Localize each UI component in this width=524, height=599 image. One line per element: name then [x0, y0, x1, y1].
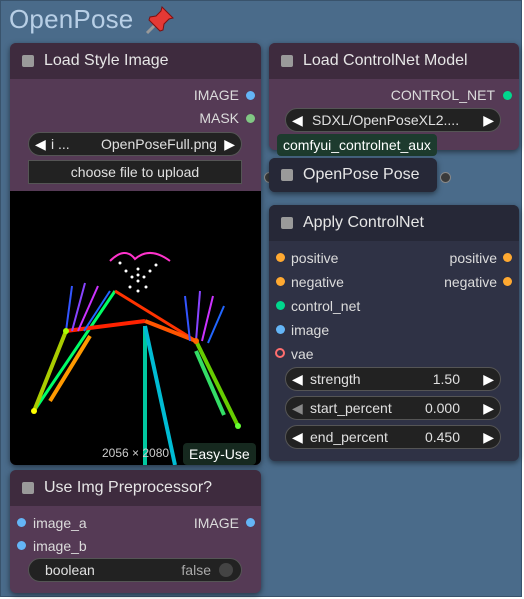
input-image-b-label: image_b [33, 538, 87, 554]
collapse-toggle[interactable] [281, 55, 293, 67]
node-header[interactable]: OpenPose Pose [269, 158, 437, 192]
increment-arrow-icon[interactable]: ▶ [483, 400, 494, 417]
input-image-label: image [291, 322, 330, 338]
input-positive-socket[interactable] [276, 253, 285, 262]
input-control-net-label: control_net [291, 298, 361, 314]
toggle-label: boolean [45, 562, 95, 578]
widget-value: 1.50 [432, 371, 460, 387]
input-vae-socket[interactable] [275, 348, 285, 358]
combo-left-arrow-icon[interactable]: ◀ [292, 112, 303, 129]
output-positive-socket[interactable] [503, 253, 512, 262]
widget-value: 0.450 [424, 429, 460, 445]
collapse-toggle[interactable] [281, 217, 293, 229]
toggle-value: false [181, 562, 211, 578]
increment-arrow-icon[interactable]: ▶ [483, 429, 494, 446]
output-image-socket[interactable] [246, 91, 255, 100]
output-mask-label: MASK [199, 110, 239, 126]
start-percent-slider[interactable]: ◀ start_percent 0.000 ▶ [285, 396, 501, 420]
node-header[interactable]: Load ControlNet Model [269, 43, 519, 79]
node-title: Use Img Preprocessor? [44, 479, 213, 496]
node-pack-tooltip: comfyui_controlnet_aux [277, 134, 437, 156]
image-preview [10, 191, 261, 465]
model-name-combo[interactable]: ◀ SDXL/OpenPoseXL2.... ▶ [285, 108, 501, 132]
input-image-b-socket[interactable] [17, 541, 26, 550]
load-style-image-node[interactable]: Load Style Image IMAGE MASK ◀ i ... Open… [10, 43, 261, 465]
choose-file-button[interactable]: choose file to upload [28, 160, 242, 184]
image-file-combo[interactable]: ◀ i ... OpenPoseFull.png ▶ [28, 132, 242, 156]
widget-value: 0.000 [424, 400, 460, 416]
pushpin-icon [145, 6, 174, 35]
output-negative-socket[interactable] [503, 277, 512, 286]
widget-label: strength [310, 371, 361, 387]
input-image-a-label: image_a [33, 515, 87, 531]
openpose-pose-node[interactable]: OpenPose Pose [269, 158, 437, 192]
input-negative-socket[interactable] [276, 277, 285, 286]
output-image-socket[interactable] [246, 518, 255, 527]
node-title: Apply ControlNet [303, 214, 424, 231]
input-image-a-socket[interactable] [17, 518, 26, 527]
node-header[interactable]: Load Style Image [10, 43, 261, 79]
combo-value: SDXL/OpenPoseXL2.... [312, 112, 460, 128]
increment-arrow-icon[interactable]: ▶ [483, 371, 494, 388]
easy-use-badge: Easy-Use [183, 443, 256, 465]
combo-right-arrow-icon[interactable]: ▶ [483, 112, 494, 129]
output-image-label: IMAGE [193, 515, 239, 531]
end-percent-slider[interactable]: ◀ end_percent 0.450 ▶ [285, 425, 501, 449]
openpose-pose-output-socket[interactable] [440, 172, 451, 183]
input-image-socket[interactable] [276, 325, 285, 334]
image-size-label: 2056 × 2080 [102, 446, 170, 460]
output-positive-label: positive [449, 250, 497, 266]
node-title: Load Style Image [44, 52, 169, 69]
boolean-toggle[interactable]: boolean false [28, 558, 242, 582]
toggle-switch-icon[interactable] [219, 563, 233, 577]
collapse-toggle[interactable] [22, 55, 34, 67]
combo-left-arrow-icon[interactable]: ◀ [35, 136, 46, 153]
openpose-skeleton-image [31, 252, 241, 465]
strength-slider[interactable]: ◀ strength 1.50 ▶ [285, 367, 501, 391]
decrement-arrow-icon[interactable]: ◀ [292, 429, 303, 446]
output-negative-label: negative [444, 274, 497, 290]
group-title: OpenPose [9, 4, 134, 34]
combo-right-arrow-icon[interactable]: ▶ [224, 136, 235, 153]
node-header[interactable]: Use Img Preprocessor? [10, 470, 261, 506]
widget-label: end_percent [310, 429, 388, 445]
node-header[interactable]: Apply ControlNet [269, 205, 519, 241]
output-control-net-label: CONTROL_NET [390, 87, 495, 103]
decrement-arrow-icon[interactable]: ◀ [292, 400, 303, 417]
input-vae-label: vae [291, 346, 314, 362]
output-image-label: IMAGE [193, 87, 239, 103]
node-title: Load ControlNet Model [303, 52, 468, 69]
input-positive-label: positive [291, 250, 339, 266]
combo-prefix: i ... [51, 136, 70, 152]
use-img-preprocessor-node[interactable]: Use Img Preprocessor? image_a IMAGE imag… [10, 470, 261, 593]
input-control-net-socket[interactable] [276, 301, 285, 310]
input-negative-label: negative [291, 274, 344, 290]
widget-label: start_percent [310, 400, 392, 416]
output-mask-socket[interactable] [246, 114, 255, 123]
decrement-arrow-icon[interactable]: ◀ [292, 371, 303, 388]
openpose-group[interactable]: OpenPose Load Style Image IMAGE MASK ◀ i… [0, 0, 522, 597]
combo-value: OpenPoseFull.png [101, 136, 217, 152]
node-title: OpenPose Pose [303, 166, 420, 183]
collapse-toggle[interactable] [281, 169, 293, 181]
collapse-toggle[interactable] [22, 482, 34, 494]
output-control-net-socket[interactable] [503, 91, 512, 100]
apply-controlnet-node[interactable]: Apply ControlNet positive positive negat… [269, 205, 519, 461]
